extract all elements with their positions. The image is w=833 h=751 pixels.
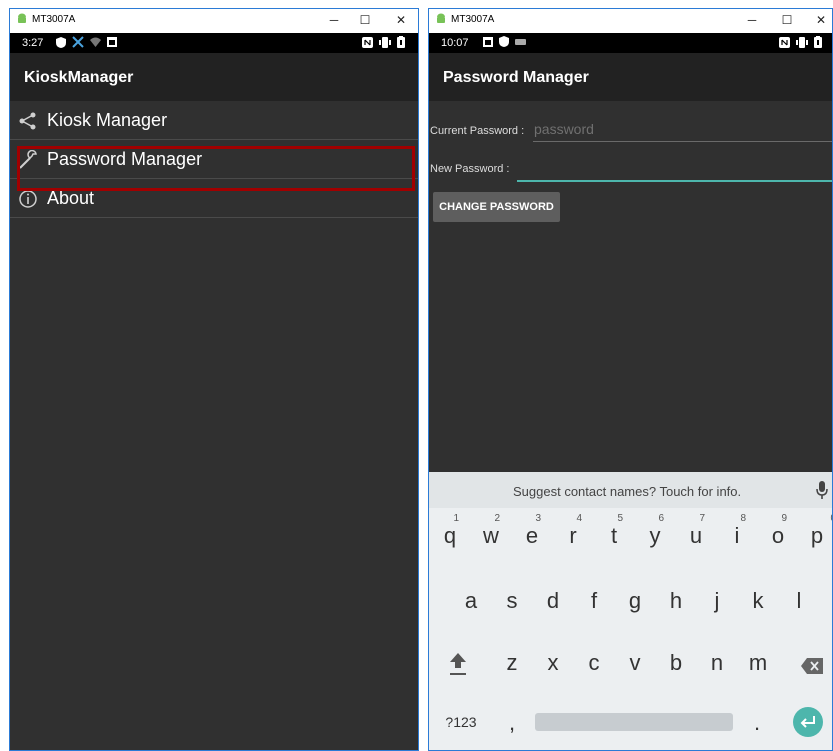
key-i[interactable]: 8i bbox=[720, 513, 754, 549]
symbols-key[interactable]: ?123 bbox=[439, 714, 483, 730]
left-emulator-window: MT3007A ─ ☐ ✕ 3:27 KioskManager Kiosk Ma… bbox=[9, 8, 419, 751]
maximize-button[interactable]: ☐ bbox=[777, 11, 797, 29]
nav-list: Kiosk Manager Password Manager About bbox=[10, 101, 418, 750]
key-b[interactable]: b bbox=[659, 650, 693, 676]
highlight-box bbox=[17, 146, 415, 191]
battery-icon bbox=[397, 36, 405, 48]
battery-icon bbox=[814, 36, 822, 48]
key-g[interactable]: g bbox=[618, 588, 652, 614]
key-c[interactable]: c bbox=[577, 650, 611, 676]
status-bar: 3:27 bbox=[10, 33, 418, 53]
nav-label: About bbox=[47, 188, 95, 208]
share-icon bbox=[19, 112, 36, 130]
tools-icon bbox=[72, 36, 84, 48]
current-password-label: Current Password : bbox=[430, 125, 525, 137]
suggestion-strip[interactable]: Suggest contact names? Touch for info. bbox=[429, 472, 832, 508]
status-left-icons bbox=[56, 36, 117, 48]
backspace-icon bbox=[801, 658, 823, 674]
status-left-icons bbox=[483, 36, 526, 47]
key-m[interactable]: m bbox=[741, 650, 775, 676]
window-title: MT3007A bbox=[451, 14, 495, 25]
status-bar: 10:07 bbox=[429, 33, 832, 53]
key-w[interactable]: 2w bbox=[474, 513, 508, 549]
shift-key[interactable] bbox=[441, 649, 475, 679]
key-f[interactable]: f bbox=[577, 588, 611, 614]
key-e[interactable]: 3e bbox=[515, 513, 549, 549]
key-o[interactable]: 9o bbox=[761, 513, 795, 549]
enter-key[interactable] bbox=[793, 707, 823, 737]
backspace-key[interactable] bbox=[795, 654, 829, 680]
period-key[interactable]: . bbox=[740, 710, 774, 736]
nav-label: Kiosk Manager bbox=[47, 110, 168, 130]
vibrate-icon bbox=[796, 36, 808, 48]
key-k[interactable]: k bbox=[741, 588, 775, 614]
microphone-icon[interactable] bbox=[816, 481, 828, 499]
window-titlebar: MT3007A ─ ☐ ✕ bbox=[429, 9, 832, 33]
image-icon bbox=[483, 36, 493, 47]
minimize-button[interactable]: ─ bbox=[324, 11, 344, 29]
vibrate-icon bbox=[379, 36, 391, 48]
new-password-input[interactable] bbox=[517, 180, 832, 182]
key-l[interactable]: l bbox=[782, 588, 816, 614]
key-p[interactable]: 0p bbox=[800, 513, 832, 549]
key-h[interactable]: h bbox=[659, 588, 693, 614]
suggestion-text: Suggest contact names? Touch for info. bbox=[513, 484, 742, 499]
android-icon bbox=[18, 13, 26, 23]
key-q[interactable]: 1q bbox=[433, 513, 467, 549]
spacebar-key[interactable] bbox=[535, 713, 733, 731]
key-t[interactable]: 5t bbox=[597, 513, 631, 549]
current-password-underline bbox=[533, 141, 832, 142]
shield-icon bbox=[56, 36, 66, 48]
status-time: 3:27 bbox=[22, 37, 44, 49]
app-title: Password Manager bbox=[443, 69, 589, 86]
key-r[interactable]: 4r bbox=[556, 513, 590, 549]
nav-item-kiosk-manager[interactable]: Kiosk Manager bbox=[10, 101, 418, 140]
info-icon bbox=[19, 190, 37, 208]
shift-icon bbox=[450, 653, 466, 675]
wifi-icon bbox=[90, 37, 101, 47]
new-password-label: New Password : bbox=[430, 163, 510, 175]
key-j[interactable]: j bbox=[700, 588, 734, 614]
shield-icon bbox=[499, 36, 509, 47]
key-z[interactable]: z bbox=[495, 650, 529, 676]
app-title: KioskManager bbox=[24, 69, 134, 86]
minimize-button[interactable]: ─ bbox=[742, 11, 762, 29]
close-button[interactable]: ✕ bbox=[391, 11, 411, 29]
status-time: 10:07 bbox=[441, 37, 469, 49]
maximize-button[interactable]: ☐ bbox=[355, 11, 375, 29]
right-emulator-window: MT3007A ─ ☐ ✕ 10:07 Password Manager Cur… bbox=[428, 8, 833, 751]
close-button[interactable]: ✕ bbox=[811, 11, 831, 29]
app-bar: KioskManager bbox=[10, 53, 418, 101]
key-a[interactable]: a bbox=[454, 588, 488, 614]
comma-key[interactable]: , bbox=[495, 710, 529, 736]
android-icon bbox=[437, 13, 445, 23]
current-password-input[interactable]: password bbox=[534, 121, 594, 137]
change-password-button[interactable]: CHANGE PASSWORD bbox=[433, 192, 560, 222]
app-bar: Password Manager bbox=[429, 53, 832, 101]
window-titlebar: MT3007A ─ ☐ ✕ bbox=[10, 9, 418, 33]
status-right-icons bbox=[779, 36, 822, 48]
status-right-icons bbox=[362, 36, 405, 48]
keyboard-icon bbox=[515, 38, 526, 45]
key-s[interactable]: s bbox=[495, 588, 529, 614]
nfc-icon bbox=[362, 36, 373, 48]
password-form: Current Password : password New Password… bbox=[429, 101, 832, 750]
key-v[interactable]: v bbox=[618, 650, 652, 676]
enter-icon bbox=[800, 716, 815, 728]
key-n[interactable]: n bbox=[700, 650, 734, 676]
nfc-icon bbox=[779, 36, 790, 48]
image-icon bbox=[107, 37, 117, 47]
key-d[interactable]: d bbox=[536, 588, 570, 614]
key-y[interactable]: 6y bbox=[638, 513, 672, 549]
key-x[interactable]: x bbox=[536, 650, 570, 676]
window-title: MT3007A bbox=[32, 14, 76, 25]
soft-keyboard: Suggest contact names? Touch for info. 1… bbox=[429, 472, 832, 750]
key-u[interactable]: 7u bbox=[679, 513, 713, 549]
